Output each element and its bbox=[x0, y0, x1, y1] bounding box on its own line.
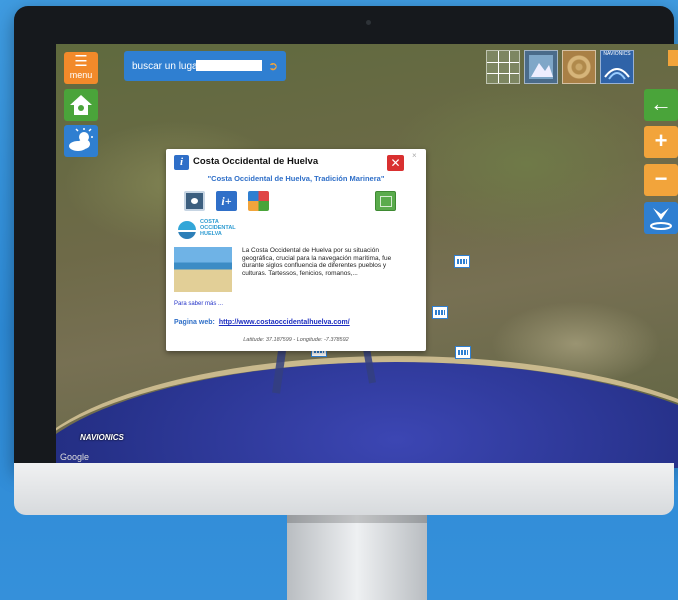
website-row: Pagina web: http://www.costaoccidentalhue… bbox=[174, 319, 350, 326]
place-info-popup: × ✕ i Costa Occidental de Huelva "Costa … bbox=[166, 149, 426, 351]
menu-label: menu bbox=[69, 70, 93, 80]
location-pin-icon bbox=[650, 208, 672, 230]
menu-icon: ☰ bbox=[74, 53, 88, 70]
search-go-icon[interactable]: ➲ bbox=[268, 59, 278, 73]
layer-switcher: NAVIONICS bbox=[486, 50, 634, 84]
wave-logo-icon bbox=[178, 221, 196, 239]
nautical-chart-icon bbox=[604, 68, 630, 80]
share-icon[interactable] bbox=[248, 191, 269, 211]
search-input[interactable] bbox=[196, 60, 262, 71]
beach-photo[interactable] bbox=[174, 247, 232, 292]
harbor-marker[interactable] bbox=[432, 306, 448, 319]
map-photo-icon bbox=[529, 55, 553, 79]
website-label: Pagina web: bbox=[174, 319, 215, 326]
monitor-frame: ☰ menu buscar un lugar ➲ NAVIONICS ← + −… bbox=[14, 6, 678, 469]
info-icon: i bbox=[174, 155, 189, 170]
close-button[interactable]: ✕ bbox=[387, 155, 404, 171]
home-icon bbox=[70, 95, 92, 115]
satellite-layer-icon[interactable] bbox=[524, 50, 558, 84]
harbor-marker[interactable] bbox=[455, 346, 471, 359]
read-more-link[interactable]: Para saber más ... bbox=[174, 301, 223, 307]
popup-title: Costa Occidental de Huelva bbox=[193, 156, 319, 167]
search-label: buscar un lugar bbox=[132, 61, 201, 72]
compass-icon[interactable] bbox=[668, 50, 678, 66]
website-link[interactable]: http://www.costaoccidentalhuelva.com/ bbox=[219, 319, 350, 326]
locate-button[interactable] bbox=[644, 202, 678, 234]
menu-button[interactable]: ☰ menu bbox=[64, 52, 98, 84]
webcam-dot bbox=[366, 20, 371, 25]
brand-name: COSTA OCCIDENTAL HUELVA bbox=[200, 219, 236, 237]
search-bar: buscar un lugar ➲ bbox=[124, 51, 286, 81]
popup-subtitle: "Costa Occidental de Huelva, Tradición M… bbox=[207, 174, 385, 183]
more-info-icon[interactable]: i+ bbox=[216, 191, 237, 211]
back-button[interactable]: ← bbox=[644, 89, 678, 121]
zoom-out-button[interactable]: − bbox=[644, 164, 678, 196]
navionics-logo: NAVIONICS bbox=[80, 433, 124, 442]
map-screen[interactable]: ☰ menu buscar un lugar ➲ NAVIONICS ← + −… bbox=[56, 44, 678, 468]
weather-icon bbox=[69, 128, 93, 151]
brand-logo: COSTA OCCIDENTAL HUELVA bbox=[178, 219, 248, 243]
home-button[interactable] bbox=[64, 89, 98, 121]
weather-button[interactable] bbox=[64, 125, 98, 157]
place-description: La Costa Occidental de Huelva por su sit… bbox=[242, 247, 392, 277]
open-window-icon[interactable] bbox=[375, 191, 396, 211]
navionics-layer-icon[interactable]: NAVIONICS bbox=[600, 50, 634, 84]
harbor-marker[interactable] bbox=[454, 255, 470, 268]
grid-layer-icon[interactable] bbox=[486, 50, 520, 84]
stand-shadow bbox=[287, 515, 427, 523]
camera-icon[interactable] bbox=[184, 191, 205, 211]
coordinates-text: Latitude: 37.187599 - Longitude: -7.3785… bbox=[243, 337, 349, 343]
monitor-stand bbox=[287, 515, 427, 600]
popup-close-x[interactable]: × bbox=[412, 151, 417, 160]
topographic-layer-icon[interactable] bbox=[562, 50, 596, 84]
google-attribution: Google bbox=[60, 452, 90, 462]
monitor-chin bbox=[14, 463, 674, 515]
zoom-in-button[interactable]: + bbox=[644, 126, 678, 158]
